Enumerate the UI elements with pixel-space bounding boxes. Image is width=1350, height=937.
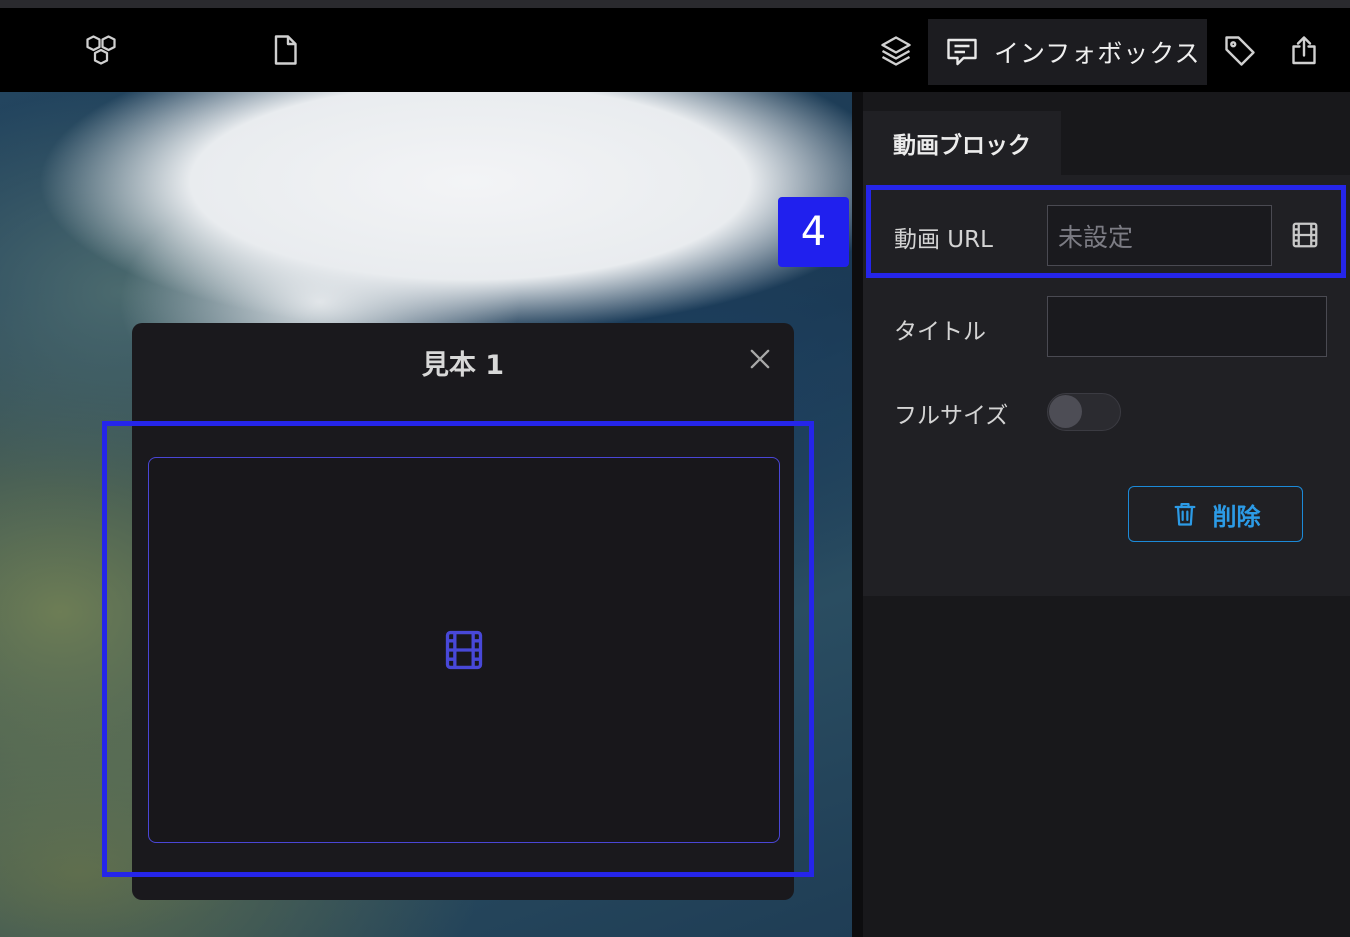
message-square-icon — [947, 38, 977, 66]
step-marker: 4 — [778, 197, 849, 267]
blocks-icon[interactable] — [79, 28, 123, 72]
film-icon — [445, 630, 483, 670]
full-size-toggle[interactable] — [1047, 393, 1121, 431]
tab-video-block[interactable]: 動画ブロック — [863, 111, 1061, 175]
tag-icon[interactable] — [1218, 29, 1262, 73]
layers-icon[interactable] — [874, 29, 918, 73]
close-icon[interactable] — [746, 345, 774, 373]
video-url-label: 動画 URL — [894, 227, 993, 253]
popup-title: 見本 1 — [421, 350, 505, 381]
full-size-label: フルサイズ — [894, 403, 1009, 429]
tab-infobox-label: インフォボックス — [994, 39, 1201, 68]
trash-icon — [1174, 502, 1195, 526]
window-top-strip — [0, 0, 1350, 8]
export-icon[interactable] — [1282, 29, 1326, 73]
top-toolbar: インフォボックス — [0, 8, 1350, 92]
toggle-knob — [1049, 395, 1082, 428]
delete-button-label: 削除 — [1212, 502, 1261, 531]
delete-button[interactable]: 削除 — [1128, 486, 1303, 542]
title-label: タイトル — [894, 319, 986, 345]
title-input[interactable] — [1047, 296, 1327, 357]
video-block[interactable] — [148, 457, 780, 843]
document-icon[interactable] — [263, 28, 307, 72]
tab-infobox[interactable]: インフォボックス — [928, 19, 1207, 85]
video-url-input[interactable]: 未設定 — [1047, 205, 1272, 266]
panel-divider[interactable] — [852, 92, 863, 937]
film-icon[interactable] — [1290, 220, 1320, 250]
